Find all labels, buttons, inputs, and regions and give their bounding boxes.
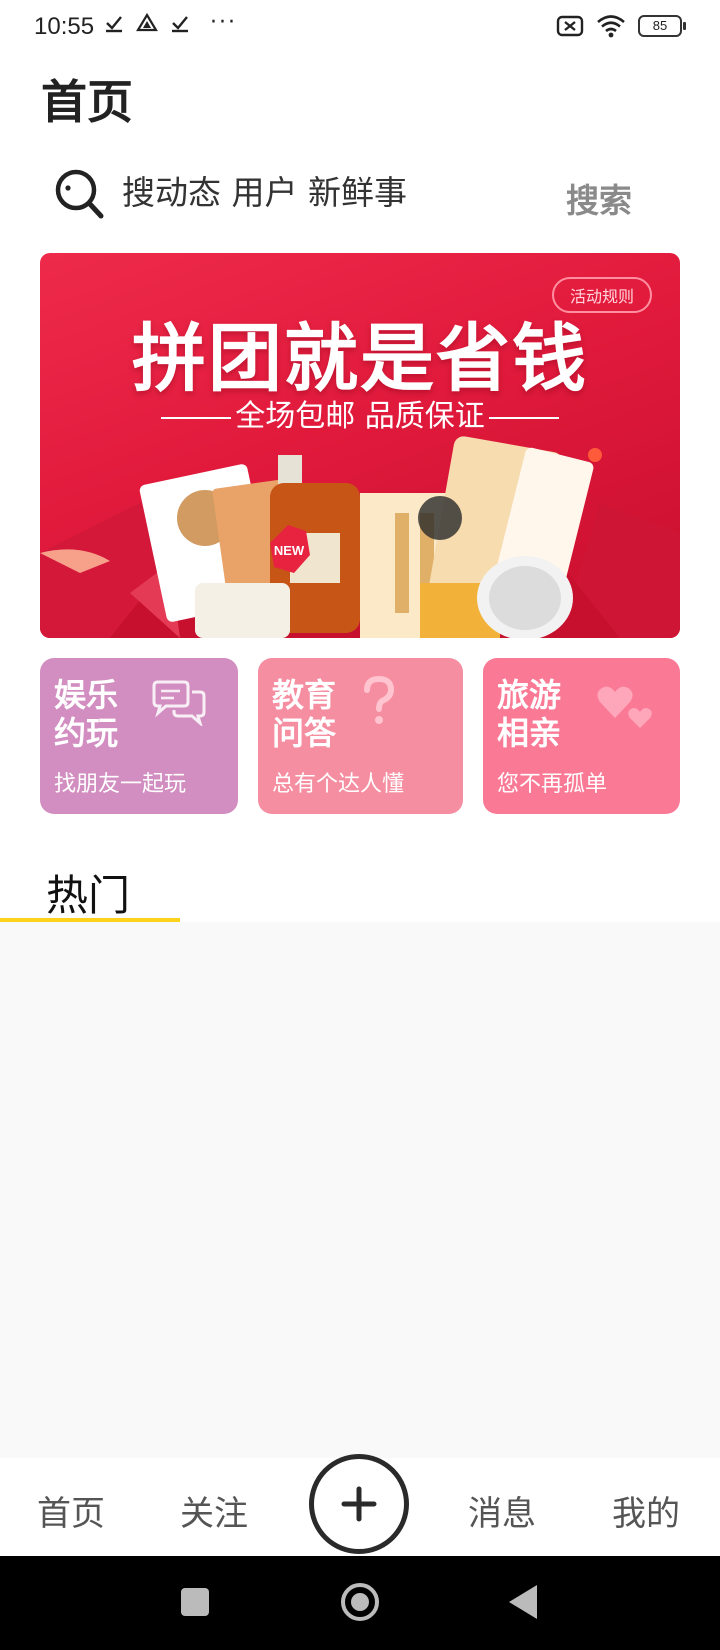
chat-bubbles-icon [152, 680, 206, 726]
question-mark-icon [364, 676, 395, 724]
page-title: 首页 [41, 75, 133, 129]
nav-mine[interactable]: 我的 [612, 1486, 680, 1535]
banner-subline: 全场包邮 品质保证 [235, 399, 485, 434]
banner-headline: 拼团就是省钱 [132, 316, 588, 402]
download-done-icon [106, 16, 122, 33]
search-input[interactable] [122, 170, 542, 214]
drive-icon [136, 13, 158, 32]
nav-home[interactable]: 首页 [37, 1486, 105, 1535]
category-title: 娱乐 约玩 [54, 676, 119, 752]
status-bar: 10:55 ··· 85 [0, 0, 720, 54]
notification-icons: ··· [104, 12, 237, 34]
search-icon[interactable] [54, 168, 106, 220]
more-notifications-icon: ··· [210, 10, 237, 35]
system-status: 85 [556, 14, 686, 38]
bottom-nav: 首页 关注 消息 我的 [0, 1454, 720, 1556]
category-card-travel[interactable]: 旅游 相亲 您不再孤单 [483, 658, 680, 814]
banner-subline-wrap: 全场包邮 品质保证 [40, 391, 680, 435]
search-button[interactable]: 搜索 [566, 174, 632, 222]
status-time: 10:55 [34, 13, 95, 40]
category-subtitle: 找朋友一起玩 [54, 772, 187, 797]
add-post-button[interactable] [309, 1454, 409, 1554]
search-bar: 搜索 [0, 160, 720, 230]
category-subtitle: 总有个达人懂 [272, 772, 405, 797]
back-icon[interactable] [509, 1585, 537, 1619]
hearts-icon [597, 686, 652, 728]
nav-follow[interactable]: 关注 [180, 1486, 248, 1535]
category-title: 教育 问答 [272, 676, 337, 752]
hot-feed-list [0, 922, 720, 1458]
category-subtitle: 您不再孤单 [497, 772, 608, 797]
new-badge: NEW [274, 543, 305, 558]
tab-hot[interactable]: 热门 [46, 862, 130, 923]
system-nav-bar [0, 1556, 720, 1650]
nav-messages[interactable]: 消息 [468, 1486, 536, 1535]
battery-indicator: 85 [638, 15, 686, 37]
recent-apps-icon[interactable] [181, 1588, 209, 1616]
promo-banner[interactable]: 活动规则 拼团就是省钱 全场包邮 品质保证 NEW [40, 253, 680, 638]
wifi-icon [597, 15, 625, 38]
category-card-education[interactable]: 教育 问答 总有个达人懂 [258, 658, 463, 814]
products-illustration: NEW [40, 436, 680, 638]
sim-off-icon [556, 15, 584, 37]
download-done-icon-2 [172, 16, 188, 33]
category-card-entertainment[interactable]: 娱乐 约玩 找朋友一起玩 [40, 658, 238, 814]
plus-icon [341, 1486, 377, 1522]
category-title: 旅游 相亲 [497, 676, 562, 752]
home-icon[interactable] [341, 1583, 379, 1621]
